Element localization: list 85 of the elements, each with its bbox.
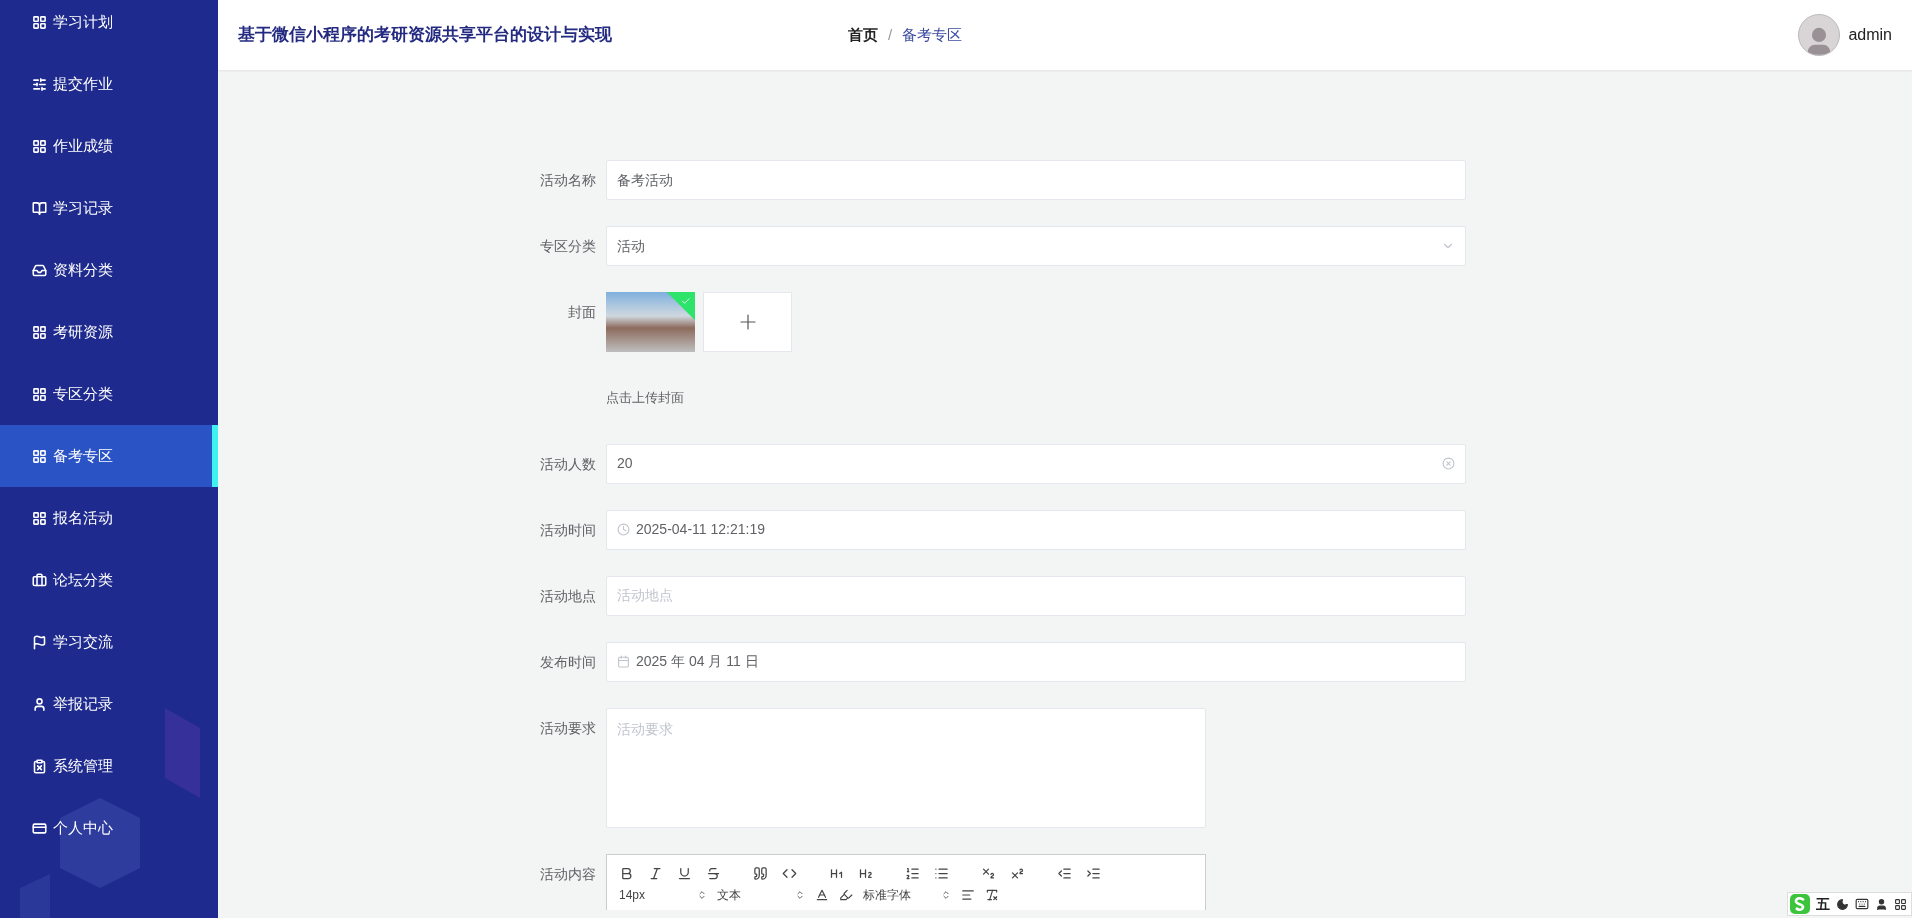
app-title: 基于微信小程序的考研资源共享平台的设计与实现	[238, 24, 613, 47]
field-label: 封面	[567, 303, 597, 322]
sidebar-item[interactable]: 学习交流	[0, 611, 218, 673]
indent-icon[interactable]	[1086, 866, 1101, 881]
field-label: 活动时间	[539, 520, 597, 540]
quote-icon[interactable]	[753, 866, 768, 881]
heading-two-icon[interactable]	[858, 866, 873, 881]
avatar[interactable]	[1798, 14, 1841, 56]
clock-icon	[617, 523, 630, 536]
active-indicator	[212, 425, 218, 487]
upload-hint: 点击上传封面	[606, 389, 685, 407]
field-label: 专区分类	[539, 237, 597, 256]
check-icon	[680, 296, 691, 307]
text-field[interactable]: 20	[606, 443, 1466, 484]
sidebar-item[interactable]: 提交作业	[0, 53, 218, 115]
text-field[interactable]: 备考活动	[606, 160, 1466, 200]
field-label: 活动要求	[539, 718, 597, 738]
sidebar-item[interactable]: 论坛分类	[0, 549, 218, 611]
grid-icon	[32, 510, 47, 526]
sidebar-item[interactable]: 系统管理	[0, 735, 218, 797]
italic-icon[interactable]	[648, 866, 663, 881]
sidebar-item[interactable]: 资料分类	[0, 239, 218, 301]
field-label: 活动名称	[539, 171, 597, 190]
input-mode: 五	[1816, 894, 1830, 914]
format-dropdown[interactable]: 标准字体	[863, 887, 951, 902]
format-dropdown[interactable]: 14px	[619, 887, 707, 902]
breadcrumb-item[interactable]: 首页	[848, 23, 878, 47]
rich-text-editor[interactable]: 14px 文本 标准字体	[606, 853, 1206, 910]
field-label: 发布时间	[539, 652, 597, 672]
tray-icon	[32, 262, 47, 278]
outdent-icon[interactable]	[1057, 866, 1072, 881]
breadcrumb-separator: /	[888, 24, 893, 45]
ordered-list-icon[interactable]	[905, 866, 920, 881]
sidebar-item[interactable]: 学习计划	[0, 0, 218, 53]
sliders-icon	[32, 76, 47, 92]
ime-toolbar[interactable]: 五	[1787, 892, 1912, 916]
sidebar-item[interactable]: 举报记录	[0, 673, 218, 735]
date-field[interactable]: 2025 年 04 月 11 日	[606, 641, 1466, 682]
bold-icon[interactable]	[619, 866, 634, 881]
heading-one-icon[interactable]	[829, 866, 844, 881]
datetime-field[interactable]: 2025-04-11 12:21:19	[606, 509, 1466, 550]
breadcrumb-item: 备考专区	[902, 24, 963, 45]
strikethrough-icon[interactable]	[706, 866, 721, 881]
superscript-icon[interactable]	[1010, 866, 1025, 881]
up-down-arrows-icon	[941, 889, 951, 900]
sidebar-item[interactable]: 个人中心	[0, 797, 218, 859]
up-down-arrows-icon	[795, 889, 805, 900]
text-color-icon[interactable]	[815, 887, 829, 902]
sidebar-item[interactable]: 专区分类	[0, 363, 218, 425]
calendar-icon	[617, 655, 630, 668]
card-icon	[32, 820, 47, 836]
underline-icon[interactable]	[677, 866, 692, 881]
field-label: 活动人数	[539, 454, 597, 474]
clear-format-icon[interactable]	[985, 887, 999, 902]
flag-icon	[32, 634, 47, 650]
grid-icon	[32, 14, 47, 30]
up-down-arrows-icon	[697, 889, 707, 900]
ime-logo-icon	[1790, 894, 1810, 914]
field-label: 活动地点	[539, 586, 597, 606]
sidebar-item[interactable]: 报名活动	[0, 487, 218, 549]
format-dropdown[interactable]: 文本	[717, 887, 805, 902]
grid-icon	[1894, 897, 1907, 911]
user-icon	[1875, 897, 1888, 911]
clipboard-icon	[32, 758, 47, 774]
code-icon[interactable]	[782, 866, 797, 881]
briefcase-icon	[32, 572, 47, 588]
grid-icon	[32, 138, 47, 154]
subscript-icon[interactable]	[981, 866, 996, 881]
grid-icon	[32, 324, 47, 340]
field-label: 活动内容	[539, 864, 597, 884]
username[interactable]: admin	[1848, 23, 1892, 47]
highlight-icon[interactable]	[839, 887, 853, 902]
user-icon	[32, 696, 47, 712]
sidebar-item[interactable]: 学习记录	[0, 177, 218, 239]
sidebar-item[interactable]: 考研资源	[0, 301, 218, 363]
keyboard-icon	[1855, 897, 1869, 911]
grid-icon	[32, 448, 47, 464]
grid-icon	[32, 386, 47, 402]
align-icon[interactable]	[961, 887, 975, 902]
select-field[interactable]: 活动	[606, 226, 1466, 266]
moon-icon	[1836, 897, 1849, 911]
book-icon	[32, 200, 47, 216]
sidebar-item[interactable]: 备考专区	[0, 425, 218, 487]
bullet-list-icon[interactable]	[934, 866, 949, 881]
sidebar-item[interactable]: 作业成绩	[0, 115, 218, 177]
